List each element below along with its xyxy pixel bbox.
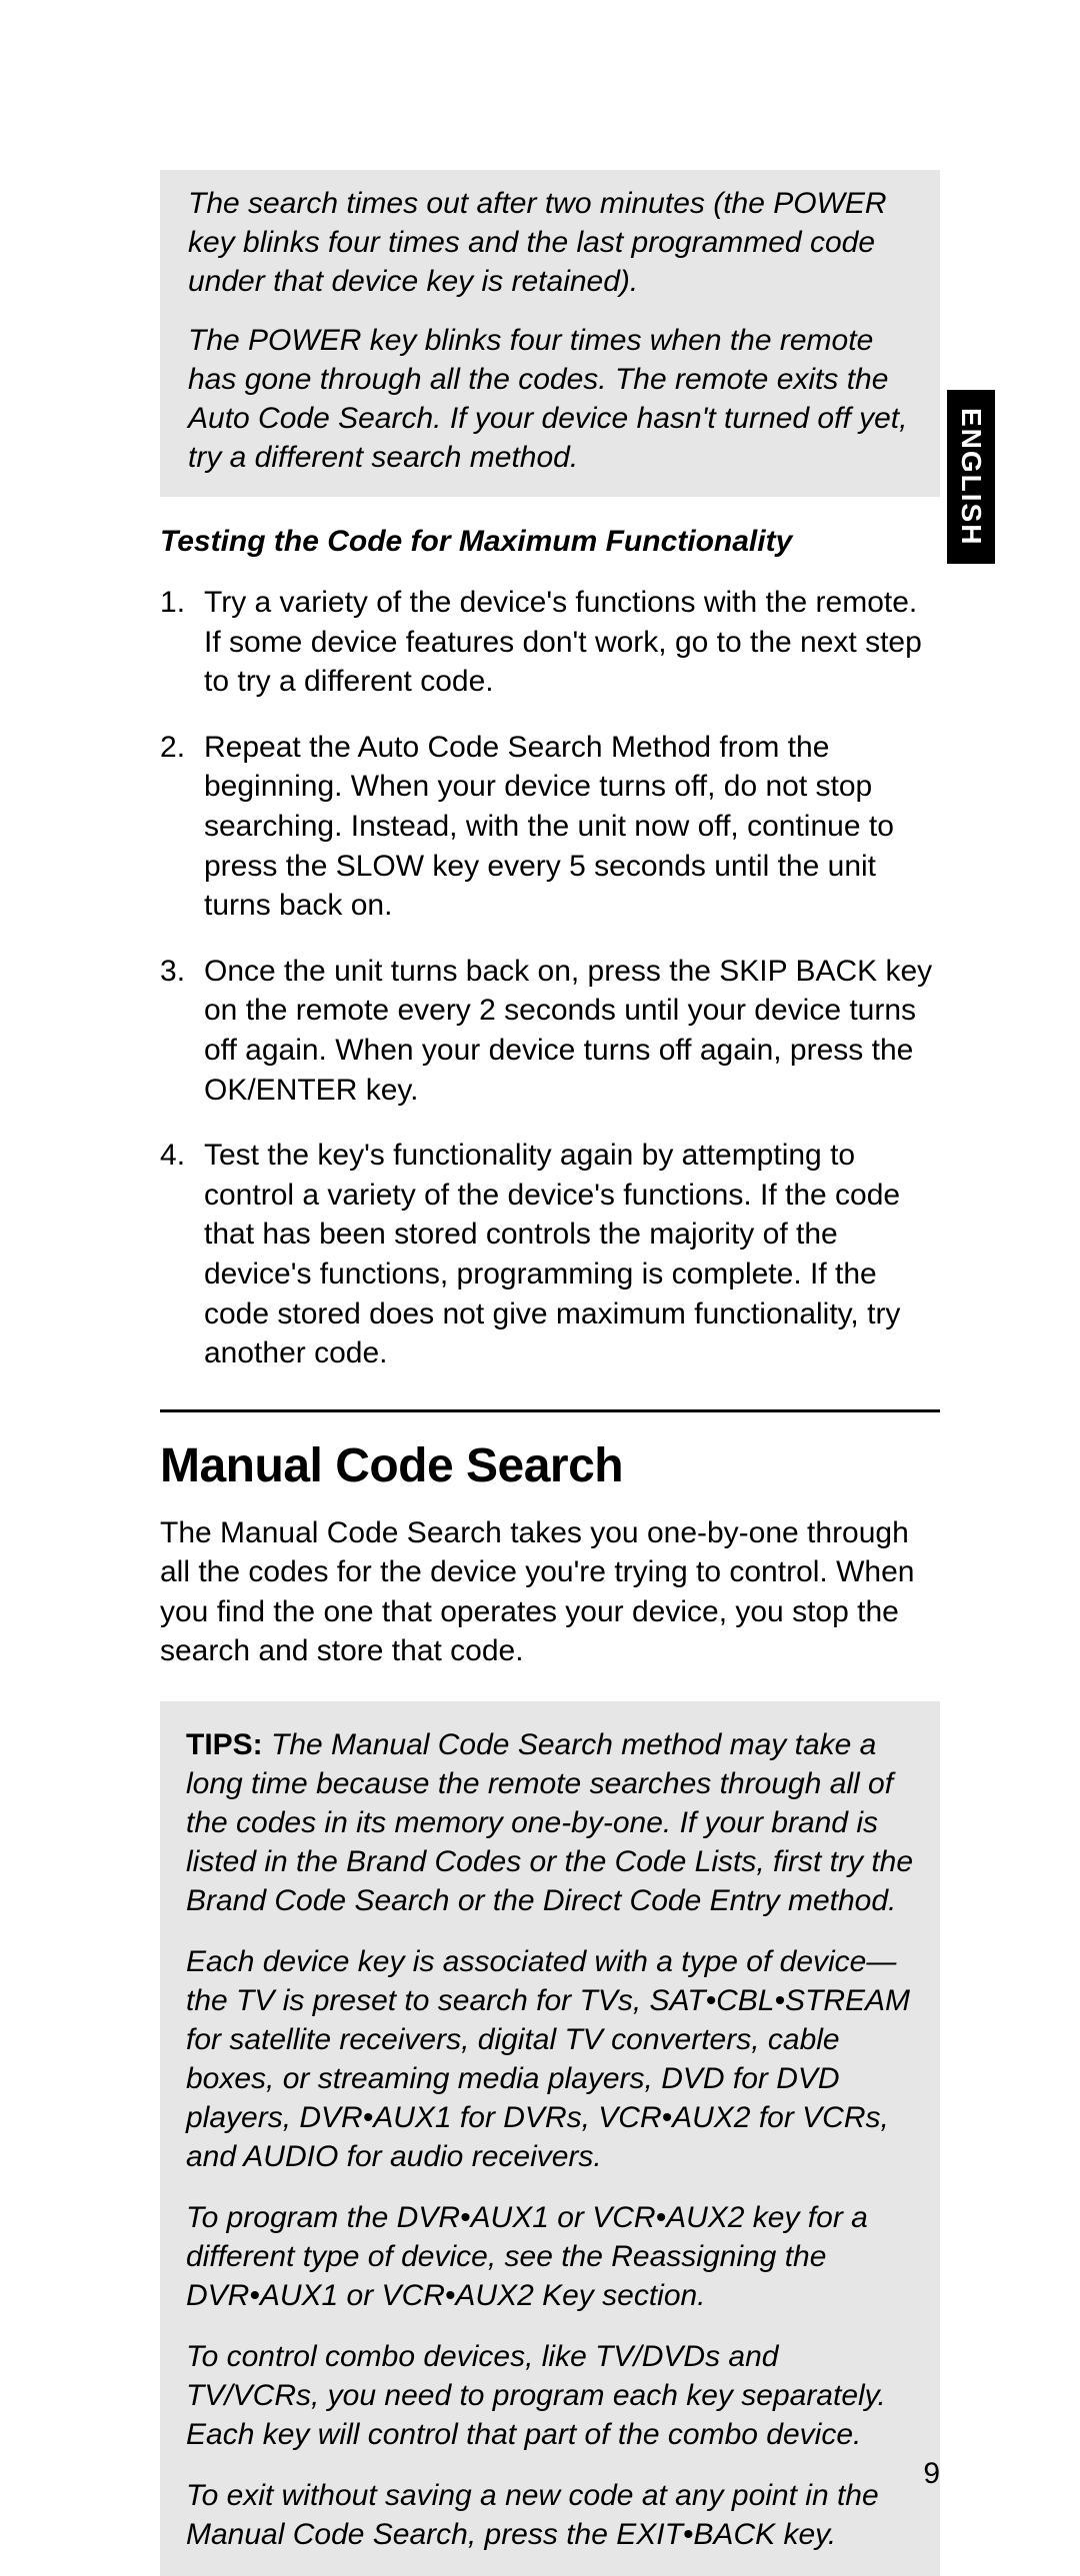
tips-text: The Manual Code Search method may take a… (186, 1728, 913, 1917)
tips-box: TIPS: The Manual Code Search method may … (160, 1701, 940, 2576)
tips-paragraph: TIPS: The Manual Code Search method may … (186, 1725, 914, 1920)
page-number: 9 (923, 2457, 940, 2491)
note-paragraph: The search times out after two minutes (… (188, 184, 912, 301)
tips-paragraph: To exit without saving a new code at any… (186, 2476, 914, 2554)
section-heading: Manual Code Search (160, 1438, 940, 1493)
list-item: Test the key's functionality again by at… (160, 1136, 940, 1373)
tips-paragraph: To control combo devices, like TV/DVDs a… (186, 2337, 914, 2454)
top-note-box: The search times out after two minutes (… (160, 170, 940, 497)
testing-steps-list: Try a variety of the device's functions … (160, 583, 940, 1373)
testing-subheading: Testing the Code for Maximum Functionali… (160, 525, 940, 559)
note-paragraph: The POWER key blinks four times when the… (188, 321, 912, 477)
section-intro: The Manual Code Search takes you one-by-… (160, 1513, 940, 1671)
tips-paragraph: To program the DVR•AUX1 or VCR•AUX2 key … (186, 2198, 914, 2315)
list-item: Try a variety of the device's functions … (160, 583, 940, 702)
language-tab: ENGLISH (947, 390, 995, 564)
section-divider (160, 1409, 940, 1412)
tips-label: TIPS: (186, 1728, 263, 1761)
list-item: Repeat the Auto Code Search Method from … (160, 728, 940, 926)
list-item: Once the unit turns back on, press the S… (160, 952, 940, 1110)
tips-paragraph: Each device key is associated with a typ… (186, 1942, 914, 2176)
